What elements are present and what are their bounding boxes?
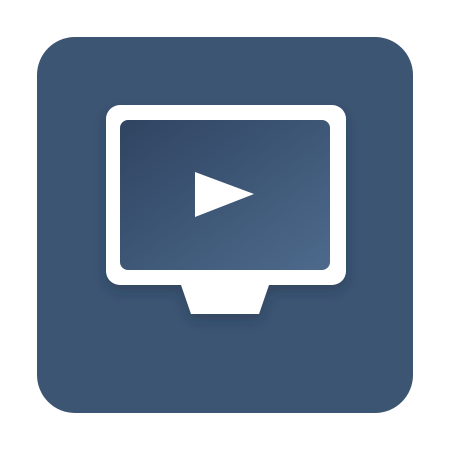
icon-canvas <box>0 0 450 450</box>
monitor-play-icon <box>106 105 346 314</box>
monitor-stand-shape <box>180 282 270 314</box>
